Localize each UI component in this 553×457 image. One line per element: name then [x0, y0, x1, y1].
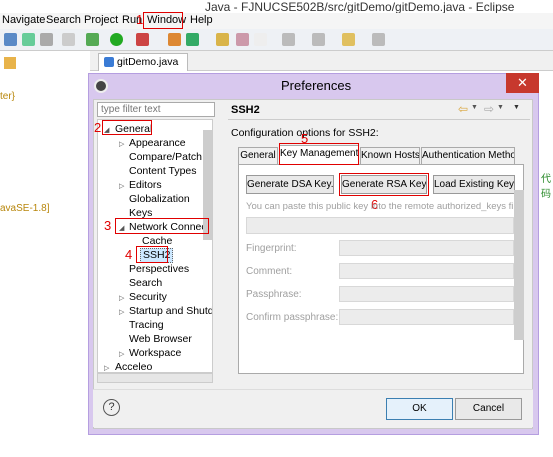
collapsed-arrow-icon[interactable]: ▷: [104, 364, 109, 372]
menu-project[interactable]: Project: [84, 14, 118, 26]
editor-side-text: ter}: [0, 91, 16, 102]
collapsed-arrow-icon[interactable]: ▷: [119, 140, 124, 148]
tree-item-workspace[interactable]: Workspace: [129, 347, 181, 360]
generate-dsa-key-button[interactable]: Generate DSA Key...: [246, 175, 334, 194]
passphrase-label: Passphrase:: [246, 289, 302, 300]
panel-scrollbar-thumb[interactable]: [514, 190, 524, 340]
forward-arrow-icon[interactable]: ⇨: [484, 102, 494, 116]
editor-tab-label: gitDemo.java: [117, 56, 179, 68]
main-toolbar: [0, 29, 553, 51]
tree-item-web-browser[interactable]: Web Browser: [129, 333, 192, 346]
load-existing-key-button[interactable]: Load Existing Key...: [433, 175, 515, 194]
filter-input[interactable]: [97, 102, 215, 117]
window-menu-highlight: [143, 12, 183, 29]
toolbar-open-type-icon[interactable]: [216, 33, 229, 46]
package-explorer-strip: ter} avaSE-1.8]: [0, 51, 90, 457]
tree-item-content-types[interactable]: Content Types: [129, 165, 197, 178]
page-title: SSH2: [231, 104, 260, 116]
toolbar-debug-icon[interactable]: [86, 33, 99, 46]
toolbar-next-icon[interactable]: [312, 33, 325, 46]
toolbar-back-icon[interactable]: [342, 33, 355, 46]
tree-item-security[interactable]: Security: [129, 291, 167, 304]
page-title-separator: [228, 119, 530, 120]
toolbar-new-icon[interactable]: [4, 33, 17, 46]
fingerprint-label: Fingerprint:: [246, 243, 297, 254]
public-key-textarea: [246, 217, 514, 234]
comment-field: [339, 263, 514, 279]
dialog-title: Preferences: [281, 78, 352, 93]
tab-authentication-methods[interactable]: Authentication Metho: [421, 147, 515, 165]
cancel-button[interactable]: Cancel: [455, 398, 522, 420]
dialog-title-bar: Preferences ✕: [88, 73, 539, 99]
annotation-2: 2: [94, 120, 102, 135]
fingerprint-field: [339, 240, 514, 256]
collapsed-arrow-icon[interactable]: ▷: [119, 294, 124, 302]
annotation-3: 3: [104, 218, 112, 233]
close-icon[interactable]: ✕: [506, 73, 539, 93]
tab-general[interactable]: General: [238, 147, 278, 165]
view-menu-icon[interactable]: ▼: [513, 104, 520, 111]
toolbar-search-icon[interactable]: [236, 33, 249, 46]
toolbar-terminal-icon[interactable]: [62, 33, 75, 46]
paste-hint: You can paste this public key into the r…: [246, 201, 514, 212]
confirm-passphrase-field: [339, 309, 514, 325]
annotation-5: 5: [301, 131, 309, 146]
menu-navigate[interactable]: Navigate: [2, 14, 45, 26]
comment-label: Comment:: [246, 266, 293, 277]
tree-item-globalization[interactable]: Globalization: [129, 193, 190, 206]
back-arrow-icon[interactable]: ⇦: [458, 102, 468, 116]
toolbar-new-class-icon[interactable]: [168, 33, 181, 46]
toolbar-external-tools-icon[interactable]: [136, 33, 149, 46]
confirm-passphrase-label: Confirm passphrase:: [246, 312, 339, 323]
toolbar-new-package-icon[interactable]: [186, 33, 199, 46]
editor-code-fragment: 代码: [541, 174, 551, 200]
eclipse-logo-icon: [94, 79, 108, 93]
tree-horizontal-scrollbar[interactable]: [97, 373, 213, 383]
ssh2-highlight: [136, 246, 168, 263]
annotation-1: 1: [136, 12, 144, 27]
window-title: Java - FJNUCSE502B/src/gitDemo/gitDemo.j…: [205, 0, 515, 14]
network-connections-highlight: [115, 218, 209, 234]
tree-item-search[interactable]: Search: [129, 277, 162, 290]
tree-item-acceleo[interactable]: Acceleo: [115, 361, 152, 372]
package-explorer-icon[interactable]: [4, 57, 16, 69]
editor-tab[interactable]: gitDemo.java: [98, 53, 188, 71]
toolbar-run-icon[interactable]: [110, 33, 123, 46]
tree-item-tracing[interactable]: Tracing: [129, 319, 164, 332]
ok-button[interactable]: OK: [386, 398, 453, 420]
toolbar-forward-icon[interactable]: [372, 33, 385, 46]
collapsed-arrow-icon[interactable]: ▷: [119, 308, 124, 316]
chevron-down-icon[interactable]: ▼: [497, 104, 504, 111]
menu-help[interactable]: Help: [190, 14, 213, 26]
editor-side-text-jre: avaSE-1.8]: [0, 203, 50, 214]
tree-item-perspectives[interactable]: Perspectives: [129, 263, 189, 276]
menu-bar: Navigate Search Project Run Window Help: [0, 13, 553, 29]
tab-known-hosts[interactable]: Known Hosts: [360, 147, 420, 165]
toolbar-save-icon[interactable]: [22, 33, 35, 46]
tree-item-appearance[interactable]: Appearance: [129, 137, 186, 150]
toolbar-annotation-icon[interactable]: [282, 33, 295, 46]
general-highlight: [102, 120, 152, 135]
annotation-4: 4: [125, 247, 133, 262]
toolbar-pen-icon[interactable]: [254, 33, 267, 46]
rsa-key-highlight: [339, 173, 429, 196]
menu-search[interactable]: Search: [46, 14, 81, 26]
collapsed-arrow-icon[interactable]: ▷: [119, 350, 124, 358]
java-file-icon: [104, 57, 114, 67]
toolbar-print-icon[interactable]: [40, 33, 53, 46]
key-management-highlight: [279, 143, 359, 165]
tree-item-compare-patch[interactable]: Compare/Patch: [129, 151, 202, 164]
help-icon[interactable]: ?: [103, 399, 120, 416]
chevron-down-icon[interactable]: ▼: [471, 104, 478, 111]
passphrase-field: [339, 286, 514, 302]
tree-item-editors[interactable]: Editors: [129, 179, 162, 192]
collapsed-arrow-icon[interactable]: ▷: [119, 182, 124, 190]
tree-item-startup-shutdown[interactable]: Startup and Shutd: [129, 305, 212, 318]
